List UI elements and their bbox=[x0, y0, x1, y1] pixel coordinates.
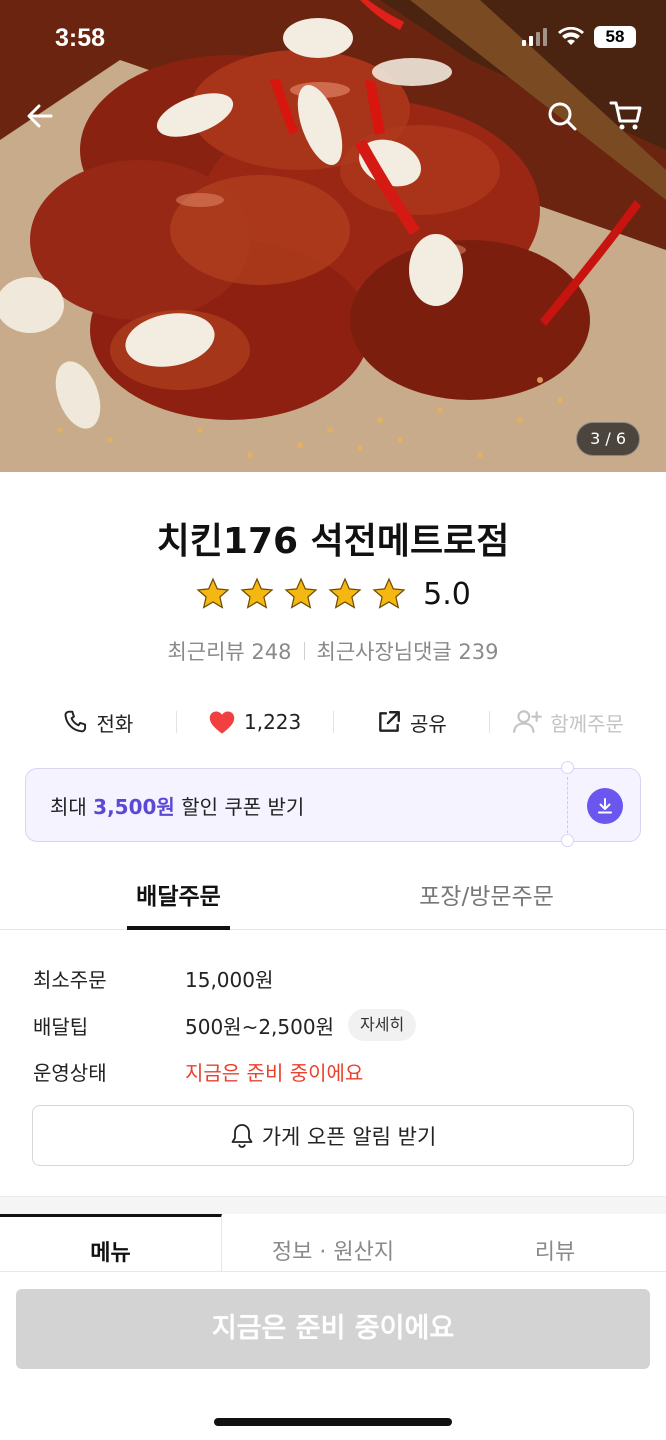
tab-delivery[interactable]: 배달주문 bbox=[127, 868, 230, 930]
cart-button[interactable] bbox=[604, 94, 648, 138]
star-icon bbox=[240, 577, 274, 609]
group-order-label: 함께주문 bbox=[550, 711, 624, 736]
order-cta-button[interactable]: 지금은 준비 중이에요 bbox=[16, 1289, 650, 1369]
phone-icon bbox=[64, 710, 87, 733]
search-icon bbox=[548, 102, 577, 131]
delivery-tip-value: 500원~2,500원 bbox=[185, 1014, 334, 1039]
content-tabs: 메뉴 정보 · 원산지 리뷰 bbox=[0, 1214, 666, 1272]
signal-icon bbox=[522, 28, 547, 46]
coupon-amount: 3,500원 bbox=[93, 795, 175, 819]
coupon-prefix: 최대 bbox=[50, 795, 94, 819]
delivery-tip-row: 배달팁 500원~2,500원 자세히 bbox=[33, 1008, 633, 1042]
coupon-suffix: 할인 쿠폰 받기 bbox=[174, 795, 305, 819]
status-time: 3:58 bbox=[55, 24, 106, 52]
tab-menu[interactable]: 메뉴 bbox=[0, 1214, 222, 1272]
status-bar: 3:58 58 bbox=[0, 0, 666, 80]
tab-info-origin[interactable]: 정보 · 원산지 bbox=[222, 1214, 444, 1272]
coupon-download-button[interactable] bbox=[587, 788, 623, 824]
owner-replies-count[interactable]: 최근사장님댓글 239 bbox=[317, 636, 499, 666]
image-counter: 3 / 6 bbox=[576, 422, 640, 456]
bottom-bar: 지금은 준비 중이에요 bbox=[0, 1272, 666, 1440]
add-person-icon bbox=[513, 710, 543, 733]
share-icon bbox=[379, 711, 400, 732]
bell-icon bbox=[231, 1123, 253, 1148]
divider bbox=[303, 642, 305, 660]
download-icon bbox=[598, 798, 612, 814]
rating-row[interactable]: 5.0 bbox=[0, 576, 666, 612]
battery-indicator: 58 bbox=[594, 26, 636, 48]
status-row: 운영상태 지금은 준비 중이에요 bbox=[33, 1054, 633, 1088]
heart-icon bbox=[209, 711, 235, 734]
group-order-button[interactable]: 함께주문 bbox=[490, 708, 646, 737]
share-button[interactable]: 공유 bbox=[334, 708, 490, 737]
like-button[interactable]: 1,223 bbox=[177, 709, 333, 735]
delivery-tip-label: 배달팁 bbox=[33, 1014, 89, 1039]
order-type-tabs: 배달주문 포장/방문주문 bbox=[0, 868, 666, 930]
arrow-left-icon bbox=[27, 104, 53, 128]
section-divider bbox=[0, 1196, 666, 1214]
star-icon bbox=[372, 577, 406, 609]
min-order-value: 15,000원 bbox=[185, 967, 274, 992]
store-hero-image[interactable]: 3:58 58 3 / 6 bbox=[0, 0, 666, 472]
store-name: 치킨176 석전메트로점 bbox=[156, 521, 510, 562]
star-icon bbox=[284, 577, 318, 609]
tab-pickup[interactable]: 포장/방문주문 bbox=[395, 868, 578, 930]
status-label: 운영상태 bbox=[33, 1060, 107, 1085]
search-button[interactable] bbox=[540, 94, 584, 138]
status-value: 지금은 준비 중이에요 bbox=[185, 1060, 364, 1085]
back-button[interactable] bbox=[18, 94, 62, 138]
call-button[interactable]: 전화 bbox=[20, 708, 176, 737]
like-count: 1,223 bbox=[243, 710, 302, 734]
delivery-tip-detail-button[interactable]: 자세히 bbox=[348, 1009, 417, 1041]
coupon-notch-bottom bbox=[561, 834, 574, 847]
share-label: 공유 bbox=[409, 711, 447, 736]
recent-reviews-count[interactable]: 최근리뷰 248 bbox=[167, 636, 291, 666]
open-notify-label: 가게 오픈 알림 받기 bbox=[261, 1124, 437, 1149]
call-label: 전화 bbox=[96, 711, 134, 736]
cart-icon bbox=[609, 101, 642, 130]
open-notify-button[interactable]: 가게 오픈 알림 받기 bbox=[32, 1105, 634, 1166]
store-actions: 전화 1,223 공유 함께주문 bbox=[20, 700, 646, 744]
tab-reviews[interactable]: 리뷰 bbox=[444, 1214, 666, 1272]
home-indicator[interactable] bbox=[214, 1418, 452, 1426]
wifi-icon bbox=[558, 27, 584, 45]
coupon-perforation bbox=[567, 777, 568, 833]
star-icon bbox=[196, 577, 230, 609]
coupon-notch-top bbox=[561, 761, 574, 774]
status-icons: 58 bbox=[522, 26, 636, 48]
min-order-row: 최소주문 15,000원 bbox=[33, 961, 633, 995]
rating-value: 5.0 bbox=[423, 576, 471, 612]
star-icon bbox=[328, 577, 362, 609]
coupon-text: 최대 3,500원 할인 쿠폰 받기 bbox=[50, 791, 304, 820]
review-stats[interactable]: 최근리뷰 248 최근사장님댓글 239 bbox=[0, 636, 666, 666]
min-order-label: 최소주문 bbox=[33, 967, 107, 992]
coupon-banner[interactable]: 최대 3,500원 할인 쿠폰 받기 bbox=[25, 761, 641, 847]
